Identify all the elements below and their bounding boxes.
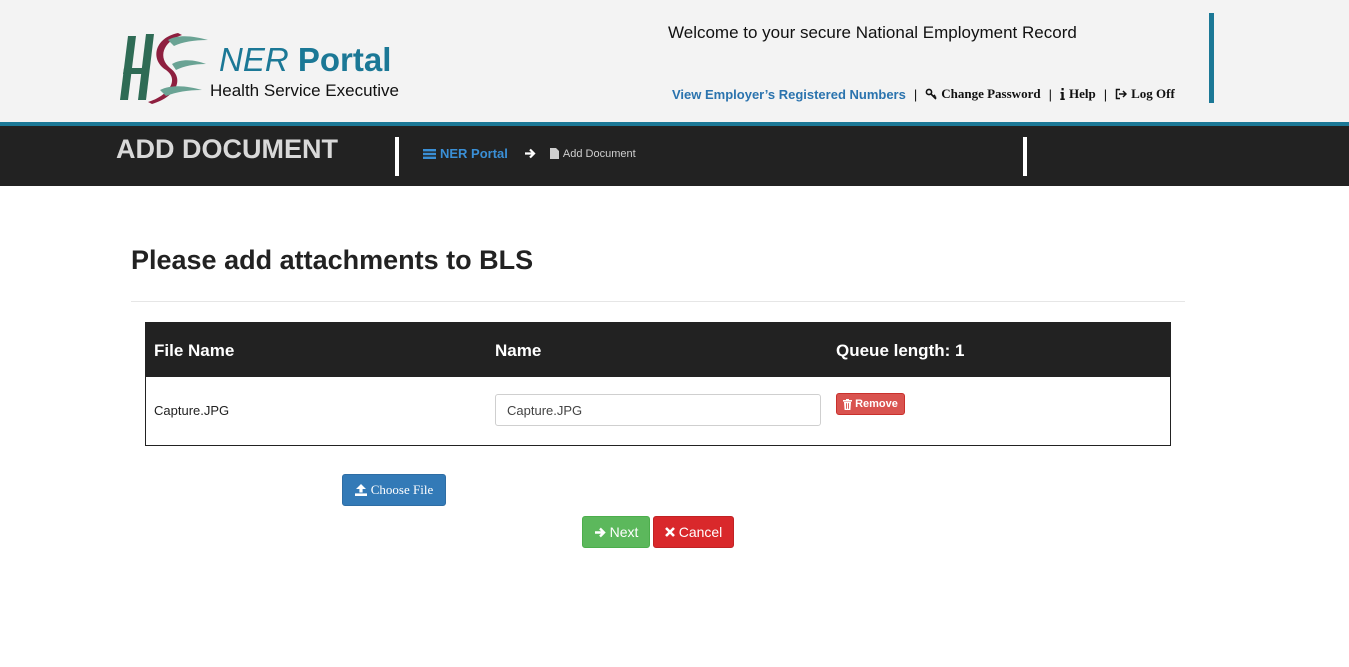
list-icon [423,148,436,159]
hse-logo [120,33,208,104]
key-icon [925,88,937,100]
column-header-name: Name [495,341,542,360]
help-label: Help [1068,86,1096,101]
breadcrumb: NER Portal Add Document [423,146,636,161]
breadcrumb-home-link[interactable]: NER Portal [423,146,508,161]
header-divider [1209,13,1214,103]
log-off-link[interactable]: Log Off [1115,86,1175,102]
next-button[interactable]: Next [582,516,650,548]
times-icon [664,527,675,537]
sign-out-icon [1115,88,1128,100]
top-links: View Employer’s Registered Numbers | Cha… [672,86,1175,102]
link-separator: | [1048,86,1052,102]
remove-button[interactable]: Remove [836,393,905,415]
upload-queue-table: File Name Name Queue length: 1 Capture.J… [145,322,1171,446]
change-password-label: Change Password [941,86,1041,101]
file-icon [549,148,559,159]
breadcrumb-current-label: Add Document [562,147,636,160]
change-password-link[interactable]: Change Password [925,86,1041,102]
cancel-button[interactable]: Cancel [653,516,734,548]
document-name-input[interactable] [495,394,821,426]
arrow-right-icon [524,148,536,159]
help-link[interactable]: Help [1060,86,1096,102]
portal-title: NER Portal [219,41,391,79]
portal-title-portal: Portal [297,41,392,78]
info-icon [1060,88,1065,100]
divider [131,301,1185,302]
portal-title-ner: NER [219,41,289,78]
link-separator: | [913,86,918,102]
log-off-label: Log Off [1131,86,1175,101]
next-label: Next [609,524,639,540]
cancel-label: Cancel [678,524,723,540]
file-name-cell: Capture.JPG [154,403,230,418]
choose-file-label: Choose File [370,482,434,497]
title-bar-divider [1023,137,1027,176]
breadcrumb-current: Add Document [549,147,636,160]
trash-icon [843,398,853,410]
main-title: Please add attachments to BLS [131,245,534,275]
title-bar-divider [395,137,399,176]
view-employer-numbers-link[interactable]: View Employer’s Registered Numbers [672,87,906,102]
choose-file-button[interactable]: Choose File [342,474,446,506]
column-header-file-name: File Name [154,341,235,360]
welcome-message: Welcome to your secure National Employme… [668,23,1077,42]
org-name: Health Service Executive [210,81,399,100]
site-header: NER Portal Health Service Executive Welc… [0,0,1349,122]
remove-label: Remove [855,398,898,410]
column-header-queue-length: Queue length: 1 [836,341,965,360]
upload-icon [354,484,367,496]
link-separator: | [1103,86,1108,102]
arrow-circle-right-icon [594,527,606,537]
breadcrumb-home-label: NER Portal [440,146,508,161]
page-heading: ADD DOCUMENT [116,134,338,164]
table-header: File Name Name Queue length: 1 [146,323,1170,377]
